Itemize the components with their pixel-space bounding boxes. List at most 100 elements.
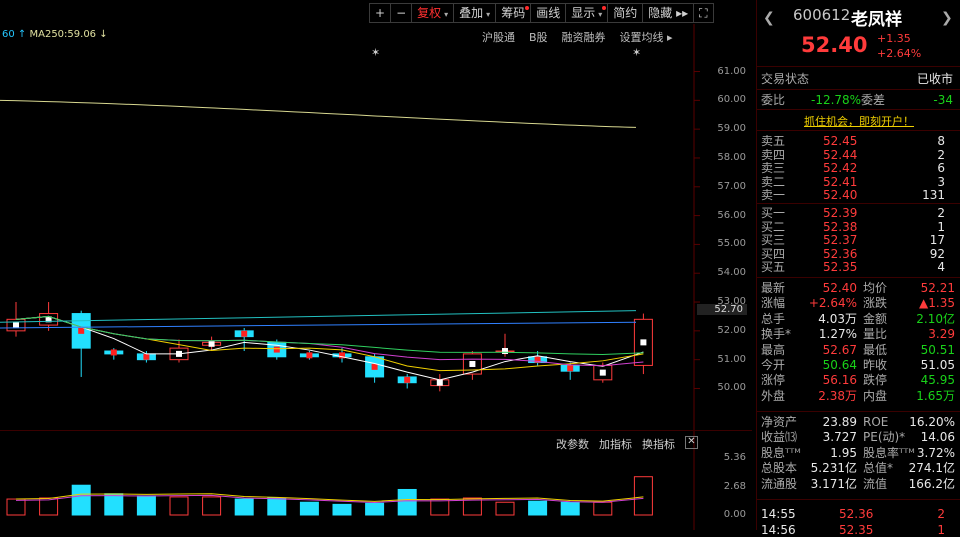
volume-bar xyxy=(169,496,189,516)
candle-marker xyxy=(143,353,150,360)
kline-chart-area[interactable]: ✶ ✶ + − 复权 ▾ 叠加 ▾ 筹码 画线 显示 ▾ 简约 隐藏 ▸▸ ⛶ 60 ↑ MA250:59… xyxy=(0,0,752,530)
chart-links: 沪股通 B股 融资融券 设置均线 ▸ xyxy=(482,29,673,45)
quote-panel: ❮ 600612 老凤祥 ❯ 52.40 +1.35 +2.64% 交易状态 已… xyxy=(756,0,960,537)
y-tick-label: 61.00 xyxy=(717,65,746,77)
bid-row[interactable]: 买二 52.38 1 xyxy=(757,220,960,234)
candle xyxy=(234,327,254,352)
divider xyxy=(757,499,960,500)
chart-link[interactable]: 设置均线 ▸ xyxy=(620,29,673,45)
ask-row[interactable]: 卖二 52.41 3 xyxy=(757,175,960,189)
ma60-line xyxy=(0,310,637,323)
candle-marker xyxy=(241,330,248,337)
dropdown-arrow-icon: ▾ xyxy=(444,10,449,19)
stat-row: 涨停 56.16 跌停 45.95 xyxy=(761,373,955,388)
fundamental-row: 总股本 5.231亿 总值* 274.1亿 xyxy=(761,461,955,476)
volume-bar xyxy=(202,496,222,516)
toolbar-button[interactable]: 画线 xyxy=(530,3,567,23)
bid-row[interactable]: 买一 52.39 2 xyxy=(757,206,960,220)
divider xyxy=(757,66,960,67)
stat-row: 最新 52.40 均价 52.21 xyxy=(761,281,955,295)
toolbar-button[interactable]: 显示 ▾ xyxy=(565,3,609,23)
y-tick-label: 54.00 xyxy=(717,267,746,279)
toolbar-button[interactable]: + xyxy=(369,3,392,23)
candle-marker xyxy=(567,365,574,372)
stock-name: 老凤祥 xyxy=(851,10,902,30)
volume-bar xyxy=(397,488,417,516)
toolbar-button[interactable]: 复权 ▾ xyxy=(411,3,455,23)
next-stock-icon[interactable]: ❯ xyxy=(941,10,953,26)
volume-bar xyxy=(365,502,385,516)
dropdown-arrow-icon: ▾ xyxy=(486,10,491,19)
stat-row: 外盘 2.38万 内盘 1.65万 xyxy=(761,388,955,403)
last-price-tag: 52.70 xyxy=(697,303,747,315)
stock-code: 600612 xyxy=(793,6,851,24)
ask-row[interactable]: 卖三 52.42 6 xyxy=(757,161,960,175)
volume-tick-label: 2.68 xyxy=(723,480,746,492)
toolbar-button[interactable]: ⛶ xyxy=(693,3,714,23)
close-icon[interactable]: ✕ xyxy=(685,436,698,449)
toolbar-button[interactable]: 隐藏 ▸▸ xyxy=(642,3,695,23)
stat-row: 换手* 1.27% 量比 3.29 xyxy=(761,327,955,342)
divider xyxy=(757,89,960,90)
volume-bar xyxy=(332,503,352,516)
chart-link[interactable]: 沪股通 xyxy=(482,29,515,45)
volume-bar xyxy=(528,500,548,516)
divider xyxy=(757,277,960,278)
open-account-link[interactable]: 抓住机会，即刻开户！ xyxy=(757,113,960,129)
subchart-action[interactable]: 改参数 xyxy=(556,436,589,452)
price-change: +1.35 +2.64% xyxy=(877,31,921,61)
toolbar-button[interactable]: 叠加 ▾ xyxy=(453,3,497,23)
volume-tick-label: 0.00 xyxy=(723,509,746,520)
ask-row[interactable]: 卖一 52.40 131 xyxy=(757,188,960,202)
volume-bar xyxy=(234,498,254,516)
candle xyxy=(495,333,515,357)
trade-status-row: 交易状态 已收市 xyxy=(761,72,953,86)
y-tick-label: 59.00 xyxy=(717,123,746,135)
chart-toolbar: + − 复权 ▾ 叠加 ▾ 筹码 画线 显示 ▾ 简约 隐藏 ▸▸ ⛶ xyxy=(369,3,714,23)
bid-row[interactable]: 买五 52.35 4 xyxy=(757,260,960,274)
ask-row[interactable]: 卖四 52.44 2 xyxy=(757,148,960,162)
bid-row[interactable]: 买四 52.36 92 xyxy=(757,247,960,261)
stat-row: 最高 52.67 最低 50.51 xyxy=(761,342,955,357)
fundamental-row: 股息ᵀᵀᴹ 1.95 股息率ᵀᵀᴹ 3.72% xyxy=(761,445,955,460)
divider xyxy=(757,109,960,110)
y-tick-label: 58.00 xyxy=(717,151,746,163)
prev-stock-icon[interactable]: ❮ xyxy=(763,10,775,26)
event-marker-icon: ✶ xyxy=(371,46,380,59)
candle-marker xyxy=(469,360,476,367)
notification-dot xyxy=(602,6,607,10)
volume-bar xyxy=(6,498,26,516)
y-tick-label: 56.00 xyxy=(717,209,746,221)
y-tick-label: 57.00 xyxy=(717,180,746,192)
ask-row[interactable]: 卖五 52.45 8 xyxy=(757,134,960,148)
weibi-row: 委比 -12.78% 委差 -34 xyxy=(761,93,953,107)
toolbar-button[interactable]: − xyxy=(390,3,413,23)
candle xyxy=(136,351,156,363)
divider xyxy=(757,203,960,204)
fundamental-row: 流通股 3.171亿 流值 166.2亿 xyxy=(761,476,955,491)
candle-marker xyxy=(110,349,117,356)
candle xyxy=(397,374,417,389)
change-value: +1.35 xyxy=(877,32,911,45)
candle xyxy=(299,351,319,360)
chart-link[interactable]: B股 xyxy=(529,29,548,45)
volume-bar xyxy=(299,501,319,516)
ma250-line xyxy=(0,99,637,128)
subchart-action[interactable]: 加指标 xyxy=(599,436,632,452)
volume-bar xyxy=(39,497,59,516)
current-price: 52.40 xyxy=(801,33,868,57)
divider xyxy=(757,411,960,412)
stat-row: 今开 50.64 昨收 51.05 xyxy=(761,358,955,372)
candle-marker xyxy=(599,369,606,376)
toolbar-button[interactable]: 简约 xyxy=(607,3,644,23)
candle-marker xyxy=(13,322,19,329)
volume-bar xyxy=(633,476,653,516)
y-tick-label: 52.00 xyxy=(717,324,746,336)
chart-link[interactable]: 融资融券 xyxy=(562,29,606,45)
candle-marker xyxy=(404,376,411,383)
volume-bar xyxy=(560,501,580,516)
subchart-action[interactable]: 换指标 xyxy=(642,436,675,452)
toolbar-button[interactable]: 筹码 xyxy=(495,3,532,23)
bid-row[interactable]: 买三 52.37 17 xyxy=(757,233,960,247)
fundamental-row: 收益⒀ 3.727 PE(动)* 14.06 xyxy=(761,430,955,445)
